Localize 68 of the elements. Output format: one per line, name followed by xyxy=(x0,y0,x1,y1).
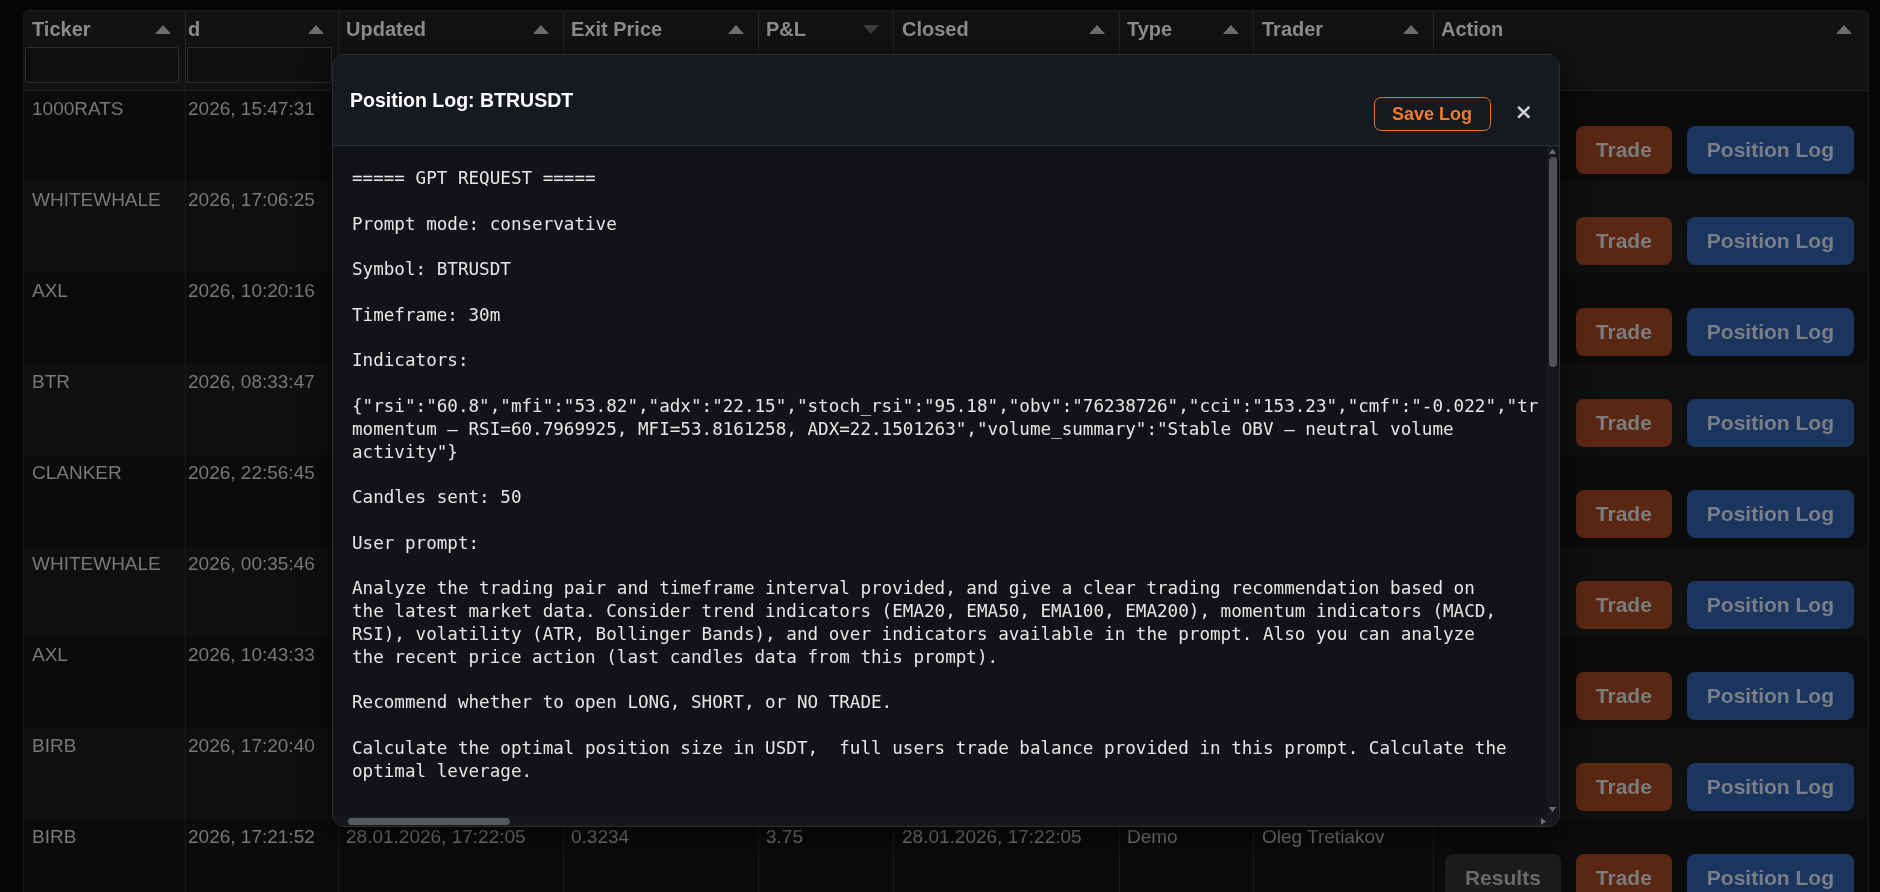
log-paragraph: Analyze the trading pair and timeframe interval provided, and give a clear trading recommendation based on the latest market data. Consider trend indicators (EMA20, EMA50, EMA100, EMA200), momentum indicators (MACD, RSI), volatility (ATR, Bollinger Bands), and over indicators available in the prompt. Also you can analyze the recent price action (last candles data from this prompt). xyxy=(352,577,1497,669)
scrollbar-thumb[interactable] xyxy=(348,817,510,825)
log-paragraph: Symbol: BTRUSDT xyxy=(352,258,511,281)
trade-button[interactable]: Trade xyxy=(1575,672,1672,720)
position-log-button[interactable]: Position Log xyxy=(1686,399,1854,447)
scroll-down-icon[interactable] xyxy=(1549,807,1556,812)
updated-time: 28.01.2026, 17:22:05 xyxy=(346,826,526,848)
ticker-symbol: 1000RATS xyxy=(32,98,124,120)
log-paragraph: Recommend whether to open LONG, SHORT, or NO TRADE. xyxy=(352,691,893,715)
position-log-button[interactable]: Position Log xyxy=(1686,490,1854,538)
log-paragraph: Indicators: xyxy=(352,349,469,373)
horizontal-scrollbar[interactable] xyxy=(333,816,1559,826)
log-paragraph: User prompt: xyxy=(352,531,480,555)
close-button[interactable]: × xyxy=(1512,101,1535,123)
trade-button[interactable]: Trade xyxy=(1575,581,1672,629)
scroll-right-icon[interactable] xyxy=(1541,817,1546,825)
position-log-button[interactable]: Position Log xyxy=(1686,672,1854,720)
trade-button[interactable]: Trade xyxy=(1575,126,1672,174)
log-paragraph: Candles sent: 50 xyxy=(352,486,522,509)
trader-name: Oleg Tretiakov xyxy=(1262,826,1385,848)
pnl-value: 3.75 xyxy=(766,826,803,848)
ticker-symbol: CLANKER xyxy=(32,462,122,484)
timestamp: 2026, 15:47:31 xyxy=(188,98,315,120)
trade-button[interactable]: Trade xyxy=(1575,854,1672,892)
timestamp: 2026, 10:43:33 xyxy=(188,644,315,666)
timestamp: 2026, 17:21:52 xyxy=(188,826,315,848)
ticker-symbol: BTR xyxy=(32,371,70,393)
closed-time: 28.01.2026, 17:22:05 xyxy=(902,826,1082,848)
ticker-symbol: WHITEWHALE xyxy=(32,553,161,575)
exit-price: 0.3234 xyxy=(571,826,630,848)
scroll-up-icon[interactable] xyxy=(1549,149,1556,154)
trade-button[interactable]: Trade xyxy=(1575,490,1672,538)
results-button[interactable]: Results xyxy=(1444,854,1561,892)
timestamp: 2026, 10:20:16 xyxy=(188,280,315,302)
position-log-button[interactable]: Position Log xyxy=(1686,217,1854,265)
vertical-scrollbar[interactable] xyxy=(1547,146,1558,816)
trade-button[interactable]: Trade xyxy=(1575,308,1672,356)
timestamp: 2026, 00:35:46 xyxy=(188,553,315,575)
trade-button[interactable]: Trade xyxy=(1575,763,1672,811)
column-header[interactable]: Action xyxy=(1434,11,1866,47)
position-log-button[interactable]: Position Log xyxy=(1686,854,1854,892)
filter-input[interactable] xyxy=(25,47,179,83)
log-paragraph: Timeframe: 30m xyxy=(352,303,501,327)
position-log-button[interactable]: Position Log xyxy=(1686,763,1854,811)
ticker-symbol: WHITEWHALE xyxy=(32,189,161,211)
timestamp: 2026, 08:33:47 xyxy=(188,371,315,393)
dialog-title: Position Log: BTRUSDT xyxy=(350,89,574,111)
timestamp: 2026, 17:06:25 xyxy=(188,189,315,211)
timestamp: 2026, 17:20:40 xyxy=(188,735,315,757)
position-log-button[interactable]: Position Log xyxy=(1686,126,1854,174)
trade-type: Demo xyxy=(1127,826,1178,848)
log-paragraph: Prompt mode: conservative xyxy=(352,212,617,236)
trade-button[interactable]: Trade xyxy=(1575,217,1672,265)
ticker-symbol: AXL xyxy=(32,280,68,302)
ticker-symbol: AXL xyxy=(32,644,68,666)
log-paragraph: ===== GPT REQUEST ===== xyxy=(352,167,596,190)
ticker-symbol: BIRB xyxy=(32,735,77,757)
filter-input[interactable] xyxy=(187,47,332,83)
log-paragraph: Calculate the optimal position size in USDT, full users trade balance provided in this prompt. Calculate the optimal leverage. xyxy=(352,736,1508,783)
scrollbar-thumb[interactable] xyxy=(1548,157,1557,367)
log-paragraph: {"rsi":"60.8","mfi":"53.82","adx":"22.15","stoch_rsi":"95.18","obv":"76238726","cci":"153.23","cmf":"-0.022","tr xyxy=(352,394,1539,418)
save-log-button[interactable]: Save Log xyxy=(1373,97,1491,131)
timestamp: 2026, 22:56:45 xyxy=(188,462,315,484)
position-log-button[interactable]: Position Log xyxy=(1686,308,1854,356)
ticker-symbol: BIRB xyxy=(32,826,77,848)
position-log-button[interactable]: Position Log xyxy=(1686,581,1854,629)
log-paragraph: momentum — RSI=60.7969925, MFI=53.8161258, ADX=22.1501263","volume_summary":"Stable OBV — neutral volume activity"} xyxy=(352,417,1455,464)
trade-button[interactable]: Trade xyxy=(1575,399,1672,447)
